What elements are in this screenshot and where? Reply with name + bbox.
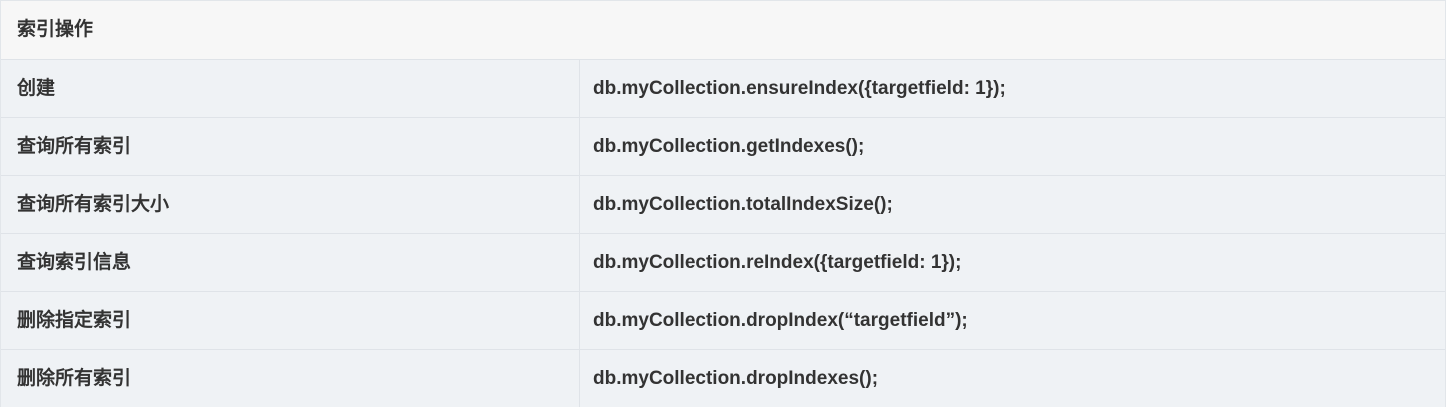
index-operations-table: 索引操作 创建 db.myCollection.ensureIndex({tar… [0,0,1446,407]
table-header-row: 索引操作 [1,1,1445,59]
command-cell: db.myCollection.totalIndexSize(); [579,176,1445,233]
command-cell: db.myCollection.getIndexes(); [579,118,1445,175]
command-cell: db.myCollection.dropIndexes(); [579,350,1445,407]
operation-cell: 查询所有索引 [17,136,132,157]
table-row: 创建 db.myCollection.ensureIndex({targetfi… [1,59,1445,117]
command-cell: db.myCollection.reIndex({targetfield: 1}… [579,234,1445,291]
command-cell: db.myCollection.dropIndex(“targetfield”)… [579,292,1445,349]
table-row: 查询所有索引大小 db.myCollection.totalIndexSize(… [1,175,1445,233]
operation-cell: 创建 [17,78,56,99]
operation-cell: 删除指定索引 [17,310,132,331]
table-header: 索引操作 [17,19,94,40]
operation-cell: 查询索引信息 [17,252,132,273]
table-row: 查询所有索引 db.myCollection.getIndexes(); [1,117,1445,175]
table-row: 查询索引信息 db.myCollection.reIndex({targetfi… [1,233,1445,291]
operation-cell: 查询所有索引大小 [17,194,170,215]
command-cell: db.myCollection.ensureIndex({targetfield… [579,60,1445,117]
operation-cell: 删除所有索引 [17,368,132,389]
table-row: 删除指定索引 db.myCollection.dropIndex(“target… [1,291,1445,349]
table-row: 删除所有索引 db.myCollection.dropIndexes(); [1,349,1445,407]
